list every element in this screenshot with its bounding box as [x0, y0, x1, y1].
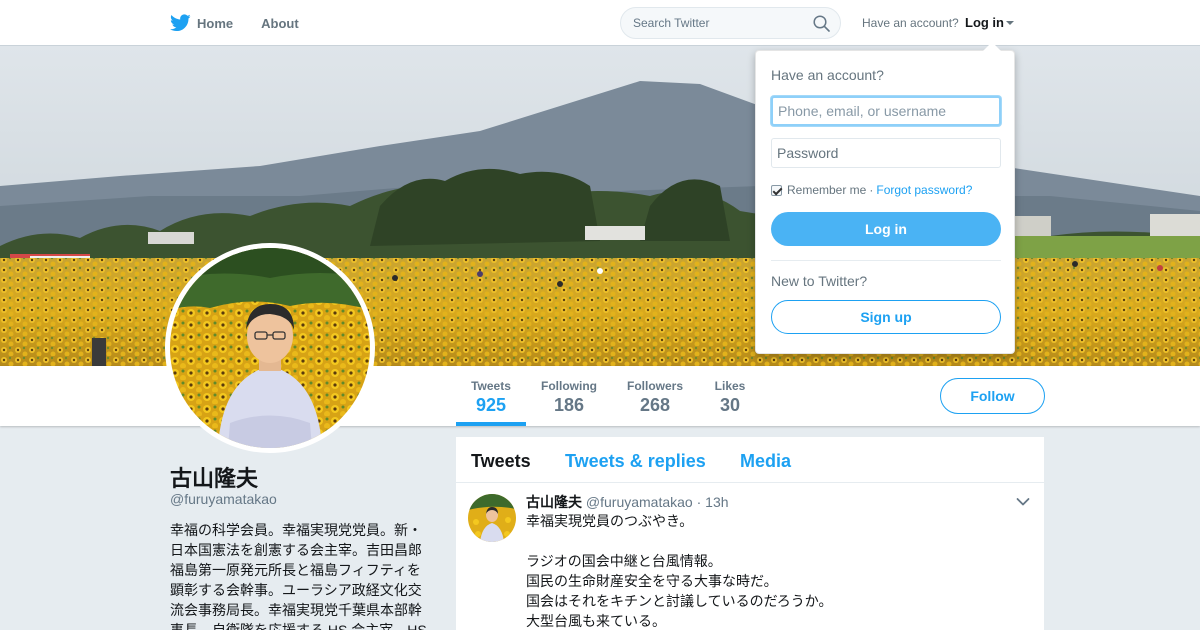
- signup-button[interactable]: Sign up: [771, 300, 1001, 334]
- profile-avatar[interactable]: [165, 243, 375, 453]
- twitter-bird-icon: [170, 14, 191, 32]
- likes-stat-label: Likes: [714, 379, 746, 393]
- follow-button[interactable]: Follow: [940, 378, 1045, 414]
- avatar-photo: [170, 248, 370, 448]
- home-label: Home: [197, 15, 234, 31]
- timeline: Tweets Tweets & replies Media 古山隆夫 @furu…: [456, 437, 1044, 630]
- forgot-password-link[interactable]: Forgot password?: [876, 183, 972, 197]
- bio-line: 日本国憲法を創憲する会主宰。吉田昌郎: [170, 542, 422, 558]
- about-nav-link[interactable]: About: [261, 16, 299, 31]
- followers-count: 268: [639, 395, 671, 415]
- tweet-text: 幸福実現党員のつぶやき。 ラジオの国会中継と台風情報。 国民の生命財産安全を守る…: [526, 511, 1026, 630]
- bio-line: 幸福の科学会員。幸福実現党党員。新・: [170, 522, 422, 538]
- tweets-stat[interactable]: Tweets 925: [456, 366, 526, 426]
- new-to-twitter-text: New to Twitter?: [771, 273, 868, 289]
- profile-handle[interactable]: @furuyamatakao: [170, 491, 277, 507]
- tab-tweets[interactable]: Tweets: [471, 451, 531, 472]
- remember-me-label[interactable]: Remember me: [787, 183, 866, 197]
- followers-stat-label: Followers: [626, 379, 683, 393]
- tweet-text-line: ラジオの国会中継と台風情報。: [526, 553, 722, 569]
- tweet-avatar-photo: [468, 494, 516, 542]
- profile-name: 古山隆夫: [170, 466, 259, 491]
- search-icon[interactable]: [813, 15, 830, 32]
- tweet-header: 古山隆夫 @furuyamatakao · 13h: [526, 492, 729, 512]
- timeline-tabs: Tweets Tweets & replies Media: [456, 437, 1044, 483]
- tweet-timestamp[interactable]: 13h: [705, 494, 728, 510]
- tweets-stat-label: Tweets: [471, 379, 511, 393]
- tweet-text-line: 大型台風も来ている。: [526, 613, 666, 629]
- bio-line: 事長。自衛隊を応援する HS 会主宰。HS: [170, 622, 427, 630]
- dropdown-divider: [771, 260, 1001, 261]
- tweet-text-line: 国民の生命財産安全を守る大事な時だ。: [526, 573, 778, 589]
- search-input[interactable]: [633, 8, 813, 38]
- following-stat[interactable]: Following 186: [536, 366, 602, 426]
- login-button[interactable]: Log in: [771, 212, 1001, 246]
- chevron-down-icon[interactable]: [1016, 497, 1030, 507]
- tweet-text-line: [526, 531, 1026, 551]
- tweet-text-line: 国会はそれをキチンと討議しているのだろうか。: [526, 593, 833, 609]
- remember-me-row: Remember me · Forgot password?: [771, 183, 972, 197]
- following-count: 186: [553, 395, 585, 415]
- have-account-text: Have an account?: [862, 16, 959, 30]
- bio-line: 流会事務局長。幸福実現党千葉県本部幹: [170, 602, 422, 618]
- tweet-author-name[interactable]: 古山隆夫: [526, 494, 582, 510]
- tweet-separator: ·: [696, 494, 702, 510]
- top-navigation-bar: Home About Have an account? Log in: [0, 0, 1200, 46]
- likes-count: 30: [719, 395, 741, 415]
- password-field[interactable]: [771, 138, 1001, 168]
- login-dropdown-title: Have an account?: [771, 67, 884, 83]
- tweet-author-handle[interactable]: @furuyamatakao: [586, 494, 693, 510]
- home-nav-link[interactable]: Home: [170, 14, 233, 32]
- profile-bio: 幸福の科学会員。幸福実現党党員。新・ 日本国憲法を創憲する会主宰。吉田昌郎 福島…: [170, 520, 428, 630]
- caret-down-icon: [1006, 21, 1014, 25]
- search-box: [620, 7, 841, 39]
- username-field[interactable]: [771, 96, 1001, 126]
- login-dropdown-toggle[interactable]: Log in: [965, 15, 1014, 30]
- login-dropdown: Have an account? Remember me · Forgot pa…: [755, 42, 1015, 354]
- about-label: About: [261, 15, 299, 31]
- following-stat-label: Following: [541, 379, 597, 393]
- tweet-author-avatar[interactable]: [468, 494, 516, 542]
- tab-tweets-and-replies[interactable]: Tweets & replies: [565, 451, 706, 472]
- bio-line: 顕彰する会幹事。ユーラシア政経文化交: [170, 582, 422, 598]
- remember-separator: ·: [869, 183, 874, 197]
- tweet-text-line: 幸福実現党員のつぶやき。: [526, 513, 694, 529]
- tweets-count: 925: [475, 395, 507, 415]
- followers-stat[interactable]: Followers 268: [622, 366, 688, 426]
- nav-links: Home About: [170, 0, 327, 46]
- remember-me-checkbox[interactable]: [771, 184, 782, 196]
- tab-media[interactable]: Media: [740, 451, 791, 472]
- likes-stat[interactable]: Likes 30: [708, 366, 752, 426]
- login-link-label: Log in: [965, 15, 1004, 30]
- bio-line: 福島第一原発元所長と福島フィフティを: [170, 562, 421, 578]
